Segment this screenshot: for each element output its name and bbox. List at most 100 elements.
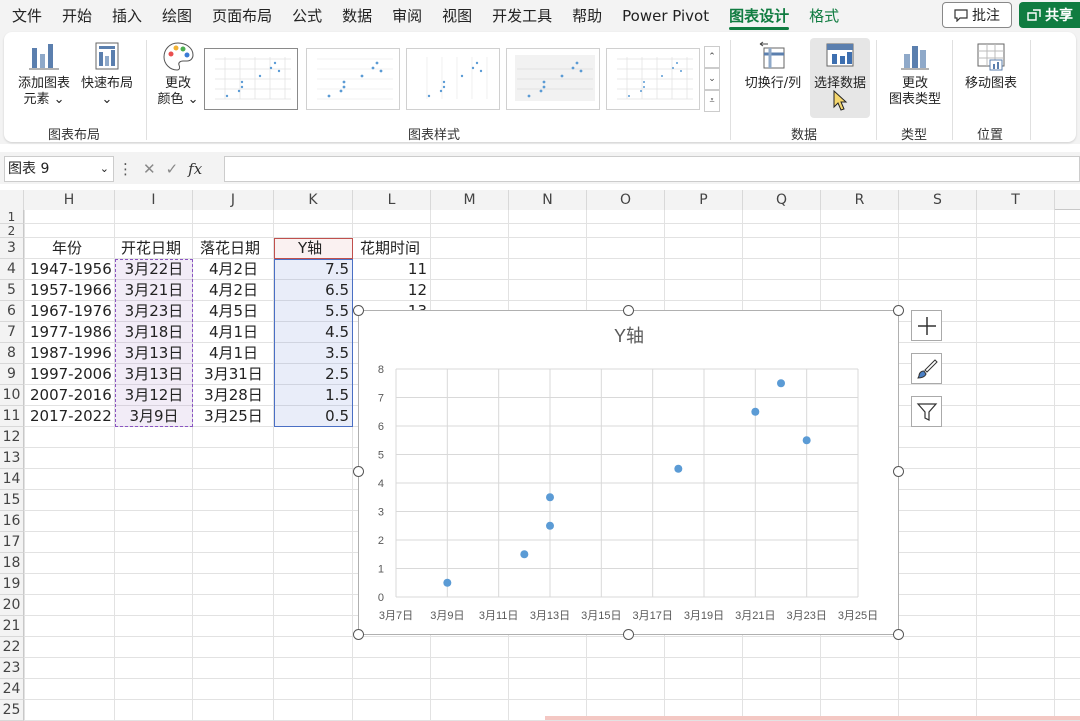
tab-review[interactable]: 审阅 (382, 0, 432, 32)
move-chart-button[interactable]: 移动图表 (956, 40, 1026, 92)
resize-handle-top[interactable] (623, 305, 634, 316)
data-point[interactable] (546, 493, 554, 502)
header-y-axis[interactable]: Y轴 (298, 238, 322, 258)
column-header-o[interactable]: O (587, 190, 665, 210)
gallery-up-arrow-icon[interactable]: ⌃ (704, 46, 720, 68)
table-cell[interactable]: 4.5 (274, 322, 349, 342)
column-header-q[interactable]: Q (743, 190, 821, 210)
column-header-i[interactable]: I (115, 190, 193, 210)
gallery-down-arrow-icon[interactable]: ⌄ (704, 68, 720, 90)
tab-formulas[interactable]: 公式 (282, 0, 332, 32)
row-header-2[interactable]: 2 (0, 224, 24, 238)
column-header-t[interactable]: T (977, 190, 1055, 210)
gallery-more-icon[interactable]: ⩡ (704, 90, 720, 112)
tab-draw[interactable]: 绘图 (152, 0, 202, 32)
data-point[interactable] (674, 464, 683, 473)
resize-handle-bottom-left[interactable] (353, 629, 364, 640)
row-header-22[interactable]: 22 (0, 637, 24, 658)
table-cell[interactable]: 2007-2016 (30, 385, 112, 405)
row-header-11[interactable]: 11 (0, 406, 24, 427)
tab-insert[interactable]: 插入 (102, 0, 152, 32)
table-cell[interactable]: 12 (353, 280, 427, 300)
change-colors-button[interactable]: 更改 颜色 ⌄ (152, 40, 204, 108)
formula-input[interactable] (224, 156, 1080, 182)
change-chart-type-button[interactable]: 更改 图表类型 (880, 40, 950, 108)
row-header-14[interactable]: 14 (0, 469, 24, 490)
row-header-19[interactable]: 19 (0, 574, 24, 595)
more-options-icon[interactable]: ⋮ (118, 160, 133, 178)
column-header-s[interactable]: S (899, 190, 977, 210)
header-bloom-date[interactable]: 开花日期 (121, 238, 181, 258)
table-cell[interactable]: 3月13日 (115, 343, 193, 363)
table-cell[interactable]: 4月2日 (193, 259, 274, 279)
column-header-j[interactable]: J (193, 190, 274, 210)
chart-style-3[interactable] (406, 48, 500, 110)
table-cell[interactable]: 4月1日 (193, 343, 274, 363)
column-header-n[interactable]: N (509, 190, 587, 210)
resize-handle-bottom-right[interactable] (893, 629, 904, 640)
table-cell[interactable]: 1947-1956 (30, 259, 112, 279)
tab-chart-design[interactable]: 图表设计 (719, 0, 799, 32)
row-header-15[interactable]: 15 (0, 490, 24, 511)
table-cell[interactable]: 3月23日 (115, 301, 193, 321)
table-cell[interactable]: 3月25日 (193, 406, 274, 426)
scatter-chart[interactable]: Y轴 0 1 2 3 4 5 6 7 8 3月7日 3月9日 3月11日 3月13日 3月15日 3月17… (358, 310, 899, 635)
row-header-6[interactable]: 6 (0, 301, 24, 322)
header-fall-date[interactable]: 落花日期 (200, 238, 260, 258)
select-data-button[interactable]: 选择数据 (806, 40, 874, 114)
fx-icon[interactable]: fx (188, 160, 202, 178)
tab-page-layout[interactable]: 页面布局 (202, 0, 282, 32)
row-header-13[interactable]: 13 (0, 448, 24, 469)
row-header-7[interactable]: 7 (0, 322, 24, 343)
chevron-down-icon[interactable]: ⌄ (100, 157, 109, 181)
table-cell[interactable]: 3月31日 (193, 364, 274, 384)
switch-row-column-button[interactable]: 切换行/列 (738, 40, 808, 92)
row-header-4[interactable]: 4 (0, 259, 24, 280)
row-header-8[interactable]: 8 (0, 343, 24, 364)
data-point[interactable] (751, 407, 760, 416)
table-cell[interactable]: 3月18日 (115, 322, 193, 342)
row-header-21[interactable]: 21 (0, 616, 24, 637)
add-chart-element-button[interactable]: 添加图表 元素 ⌄ (14, 40, 74, 108)
resize-handle-bottom[interactable] (623, 629, 634, 640)
table-cell[interactable]: 3月9日 (115, 406, 193, 426)
comment-button[interactable]: 批注 (942, 2, 1012, 28)
table-cell[interactable]: 7.5 (274, 259, 349, 279)
column-header-h[interactable]: H (24, 190, 115, 210)
row-header-10[interactable]: 10 (0, 385, 24, 406)
chart-elements-button[interactable] (911, 310, 942, 341)
data-point[interactable] (520, 550, 529, 559)
column-header-m[interactable]: M (431, 190, 509, 210)
chart-styles-button[interactable] (911, 353, 942, 384)
table-cell[interactable]: 3月28日 (193, 385, 274, 405)
table-cell[interactable]: 0.5 (274, 406, 349, 426)
table-cell[interactable]: 4月2日 (193, 280, 274, 300)
resize-handle-top-left[interactable] (353, 305, 364, 316)
data-point[interactable] (443, 578, 452, 587)
column-header-r[interactable]: R (821, 190, 899, 210)
select-all-corner[interactable] (0, 190, 24, 210)
table-cell[interactable]: 4月5日 (193, 301, 274, 321)
chart-filters-button[interactable] (911, 396, 942, 427)
resize-handle-right[interactable] (893, 466, 904, 477)
table-cell[interactable]: 2.5 (274, 364, 349, 384)
row-header-16[interactable]: 16 (0, 511, 24, 532)
tab-power-pivot[interactable]: Power Pivot (612, 0, 719, 32)
table-cell[interactable]: 1997-2006 (30, 364, 112, 384)
table-cell[interactable]: 3月13日 (115, 364, 193, 384)
table-cell[interactable]: 3月22日 (115, 259, 193, 279)
table-cell[interactable]: 3月21日 (115, 280, 193, 300)
cancel-icon[interactable]: ✕ (143, 160, 156, 178)
name-box[interactable]: 图表 9 ⌄ (4, 156, 114, 182)
table-cell[interactable]: 5.5 (274, 301, 349, 321)
row-header-25[interactable]: 25 (0, 700, 24, 721)
tab-developer[interactable]: 开发工具 (482, 0, 562, 32)
row-header-3[interactable]: 3 (0, 238, 24, 259)
tab-format[interactable]: 格式 (799, 0, 849, 32)
row-header-1[interactable]: 1 (0, 210, 24, 224)
table-cell[interactable]: 1957-1966 (30, 280, 112, 300)
chart-style-5[interactable] (606, 48, 700, 110)
tab-file[interactable]: 文件 (0, 0, 52, 32)
column-header-p[interactable]: P (665, 190, 743, 210)
tab-data[interactable]: 数据 (332, 0, 382, 32)
